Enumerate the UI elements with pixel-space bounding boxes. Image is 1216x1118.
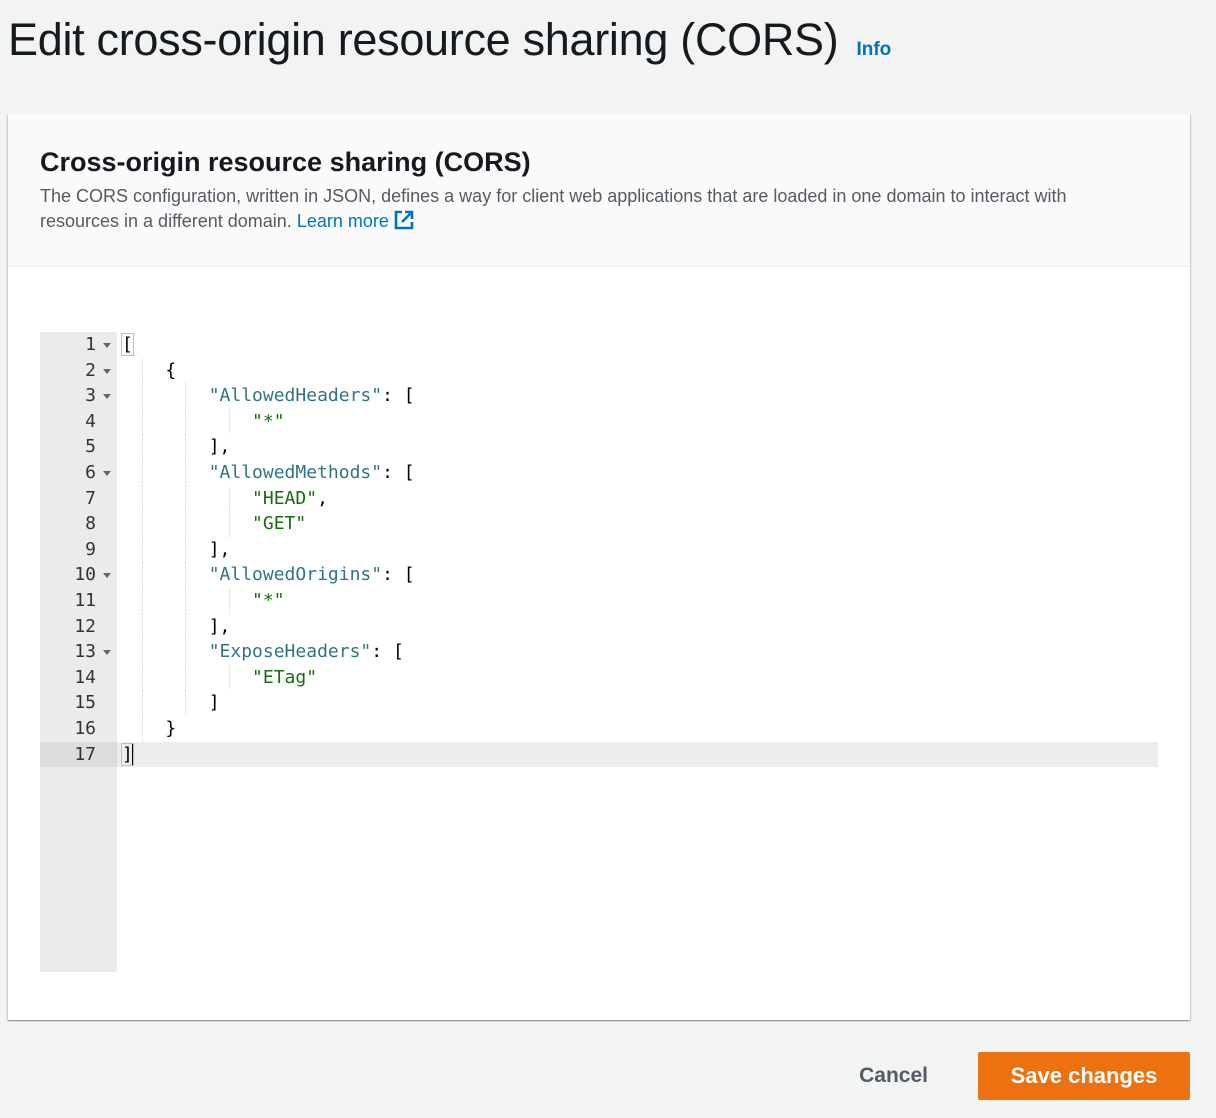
code-line[interactable]: "AllowedHeaders": [ bbox=[122, 383, 415, 409]
form-actions: Cancel Save changes bbox=[859, 1052, 1190, 1100]
line-number: 5 bbox=[85, 436, 96, 458]
code-line[interactable]: ], bbox=[122, 537, 231, 563]
page-header: Edit cross-origin resource sharing (CORS… bbox=[8, 14, 891, 66]
fold-toggle-icon[interactable] bbox=[103, 573, 111, 579]
fold-toggle-icon[interactable] bbox=[103, 368, 111, 374]
code-line[interactable]: ], bbox=[122, 434, 231, 460]
code-line[interactable]: } bbox=[122, 716, 176, 742]
line-number: 13 bbox=[74, 641, 96, 663]
line-number: 16 bbox=[74, 718, 96, 739]
line-number: 11 bbox=[74, 590, 96, 611]
code-line[interactable]: "AllowedOrigins": [ bbox=[122, 562, 415, 588]
cancel-button[interactable]: Cancel bbox=[859, 1064, 978, 1088]
code-line[interactable]: "HEAD", bbox=[122, 486, 328, 512]
save-changes-button[interactable]: Save changes bbox=[978, 1052, 1190, 1100]
gutter-row: 2 bbox=[40, 358, 117, 384]
gutter-row: 7 bbox=[40, 486, 117, 512]
gutter-row: 1 bbox=[40, 332, 117, 358]
line-number: 3 bbox=[85, 385, 96, 407]
code-line[interactable]: ] bbox=[121, 742, 134, 768]
gutter-row: 17 bbox=[40, 741, 117, 768]
gutter-row: 10 bbox=[40, 562, 117, 588]
cors-panel: Cross-origin resource sharing (CORS) The… bbox=[8, 114, 1190, 1020]
code-line[interactable]: "GET" bbox=[122, 511, 306, 537]
line-number: 9 bbox=[85, 538, 96, 560]
panel-header: Cross-origin resource sharing (CORS) The… bbox=[8, 114, 1190, 267]
fold-toggle-icon[interactable] bbox=[103, 471, 111, 476]
code-line[interactable]: "*" bbox=[122, 588, 285, 614]
line-number-gutter: 1 2 3 4 5 6 7 8 9 10 11 12 13 14 15 16 17 bbox=[40, 332, 117, 972]
gutter-row: 8 bbox=[40, 511, 117, 537]
line-number: 15 bbox=[74, 692, 96, 714]
page-title: Edit cross-origin resource sharing (CORS… bbox=[8, 14, 839, 65]
code-line[interactable]: "*" bbox=[122, 409, 285, 435]
code-line[interactable]: { bbox=[122, 358, 176, 384]
code-line[interactable]: [ bbox=[121, 332, 134, 358]
gutter-row: 11 bbox=[40, 588, 117, 614]
gutter-row: 5 bbox=[40, 434, 117, 460]
info-link[interactable]: Info bbox=[856, 39, 891, 61]
learn-more-label: Learn more bbox=[296, 211, 389, 231]
gutter-row: 9 bbox=[40, 537, 117, 563]
line-number: 10 bbox=[74, 564, 96, 586]
external-link-icon bbox=[394, 210, 414, 230]
learn-more-link[interactable]: Learn more bbox=[296, 210, 415, 231]
gutter-row: 12 bbox=[40, 614, 117, 640]
code-line[interactable]: "AllowedMethods": [ bbox=[122, 460, 415, 486]
panel-description: The CORS configuration, written in JSON,… bbox=[40, 184, 1150, 234]
gutter-row: 13 bbox=[40, 639, 117, 665]
panel-title: Cross-origin resource sharing (CORS) bbox=[40, 147, 531, 177]
line-number: 1 bbox=[85, 334, 96, 355]
gutter-row: 14 bbox=[40, 665, 117, 691]
gutter-row: 16 bbox=[40, 716, 117, 742]
line-number: 6 bbox=[85, 462, 96, 483]
code-line[interactable]: ] bbox=[122, 690, 220, 716]
code-line[interactable]: "ExposeHeaders": [ bbox=[122, 639, 404, 665]
code-line[interactable]: "ETag" bbox=[122, 665, 317, 691]
gutter-row: 6 bbox=[40, 460, 117, 486]
description-text: The CORS configuration, written in JSON,… bbox=[40, 186, 1067, 231]
gutter-row: 4 bbox=[40, 409, 117, 435]
line-number: 12 bbox=[74, 615, 96, 637]
line-number: 4 bbox=[85, 410, 96, 432]
json-code-editor[interactable]: 1 2 3 4 5 6 7 8 9 10 11 12 13 14 15 16 17 [ { "AllowedHe… bbox=[40, 332, 1158, 972]
line-number: 17 bbox=[74, 743, 96, 765]
fold-toggle-icon[interactable] bbox=[103, 394, 111, 400]
gutter-row: 3 bbox=[40, 383, 117, 409]
line-number: 7 bbox=[85, 487, 96, 509]
code-line[interactable]: ], bbox=[122, 614, 231, 640]
line-number: 2 bbox=[85, 359, 96, 381]
active-line-highlight bbox=[117, 741, 1158, 768]
line-number: 14 bbox=[74, 666, 96, 688]
fold-toggle-icon[interactable] bbox=[103, 650, 111, 656]
fold-toggle-icon[interactable] bbox=[103, 343, 111, 348]
code-area[interactable]: [ { "AllowedHeaders": [ "*" ], "AllowedM… bbox=[117, 332, 1158, 972]
line-number: 8 bbox=[85, 513, 96, 535]
gutter-row: 15 bbox=[40, 690, 117, 716]
